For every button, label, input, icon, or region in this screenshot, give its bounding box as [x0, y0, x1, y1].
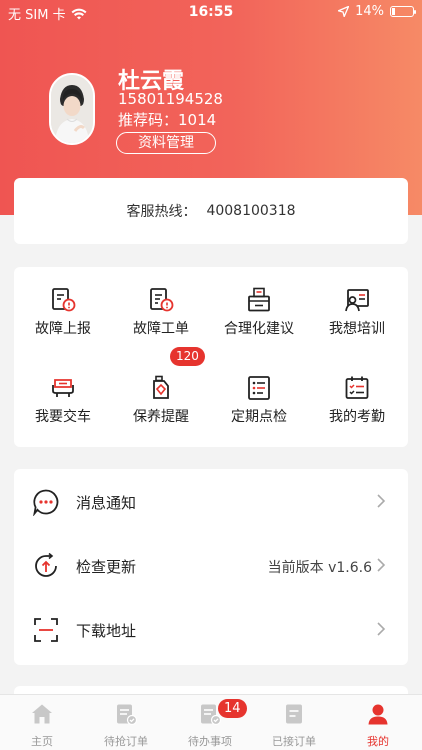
update-arrow-icon: [35, 552, 57, 577]
function-grid: 故障上报 故障工单 合理化建议 我想培训 我要交车 保养提醒 120 定期点检 …: [14, 267, 408, 447]
profile-icon: [368, 704, 388, 725]
version-text: 当前版本 v1.6.6: [267, 560, 372, 576]
grid-label: 我的考勤: [329, 409, 385, 425]
grid-label: 定期点检: [231, 409, 287, 425]
hotline-card[interactable]: 客服热线： 4008100318: [14, 178, 408, 244]
vehicle-return-icon: [52, 379, 74, 397]
hotline-number[interactable]: 4008100318: [206, 203, 295, 219]
grid-item-suggestion[interactable]: 合理化建议: [210, 267, 308, 337]
tab-label: 主页: [31, 735, 53, 748]
grid-label: 故障工单: [133, 321, 189, 337]
grid-label: 我要交车: [35, 409, 91, 425]
tab-label: 待办事项: [188, 735, 232, 748]
grid-item-fault-report[interactable]: 故障上报: [14, 267, 112, 337]
checklist-icon: [248, 376, 270, 400]
todo-badge: 14: [218, 699, 247, 718]
grid-item-attendance[interactable]: 我的考勤: [308, 355, 406, 425]
tab-profile[interactable]: 我的: [336, 695, 420, 750]
menu-row-messages[interactable]: 消息通知: [14, 471, 408, 531]
maintenance-badge: 120: [170, 347, 205, 366]
fault-order-icon: [150, 288, 174, 312]
grab-order-icon: [117, 704, 137, 725]
settings-menu: 消息通知 检查更新 当前版本 v1.6.6 下载地址: [14, 469, 408, 665]
location-arrow-icon: [338, 6, 350, 17]
tab-grab-orders[interactable]: 待抢订单: [84, 695, 168, 750]
home-icon: [32, 704, 52, 724]
tab-label: 已接订单: [272, 735, 316, 748]
grid-item-inspection[interactable]: 定期点检: [210, 355, 308, 425]
battery-level: [392, 8, 395, 15]
menu-label: 消息通知: [76, 494, 137, 512]
message-bubble-icon: [33, 489, 59, 516]
avatar-photo: [51, 75, 93, 143]
attendance-calendar-icon: [345, 376, 369, 399]
menu-label: 检查更新: [76, 558, 137, 576]
grid-label: 保养提醒: [133, 409, 189, 425]
tab-label: 待抢订单: [104, 735, 148, 748]
status-bar: 无 SIM 卡 16:55 14%: [0, 0, 422, 24]
grid-item-fault-order[interactable]: 故障工单: [112, 267, 210, 337]
grid-item-vehicle-return[interactable]: 我要交车: [14, 355, 112, 425]
tab-todo[interactable]: 待办事项 14: [168, 695, 252, 750]
grid-item-training[interactable]: 我想培训: [308, 267, 406, 337]
grid-label: 故障上报: [35, 321, 91, 337]
user-phone: 15801194528: [118, 90, 223, 108]
maintenance-bottle-icon: [153, 375, 169, 399]
tab-home[interactable]: 主页: [0, 695, 84, 750]
manage-profile-button[interactable]: 资料管理: [116, 132, 216, 154]
battery-percent: 14%: [355, 4, 384, 19]
tab-bar: 主页 待抢订单 待办事项 14 已接订单 我的: [0, 694, 422, 750]
grid-label: 合理化建议: [224, 321, 294, 337]
scan-frame-icon: [34, 618, 58, 642]
menu-label: 下载地址: [76, 622, 137, 640]
menu-row-download[interactable]: 下载地址: [14, 599, 408, 659]
hotline-label: 客服热线：: [126, 204, 197, 220]
training-icon: [345, 289, 369, 312]
menu-row-check-update[interactable]: 检查更新 当前版本 v1.6.6: [14, 535, 408, 595]
fault-report-icon: [52, 288, 76, 312]
tab-accepted-orders[interactable]: 已接订单: [252, 695, 336, 750]
accepted-order-icon: [286, 704, 302, 724]
tab-label: 我的: [367, 735, 389, 748]
chevron-right-icon: [377, 494, 386, 508]
grid-item-maintenance[interactable]: 保养提醒 120: [112, 347, 210, 425]
grid-label: 我想培训: [329, 321, 385, 337]
chevron-right-icon: [377, 558, 386, 572]
chevron-right-icon: [377, 622, 386, 636]
avatar[interactable]: [49, 73, 95, 145]
suggestion-box-icon: [248, 287, 270, 312]
referral-code: 推荐码：1014: [118, 111, 217, 129]
battery-icon: [390, 6, 416, 17]
